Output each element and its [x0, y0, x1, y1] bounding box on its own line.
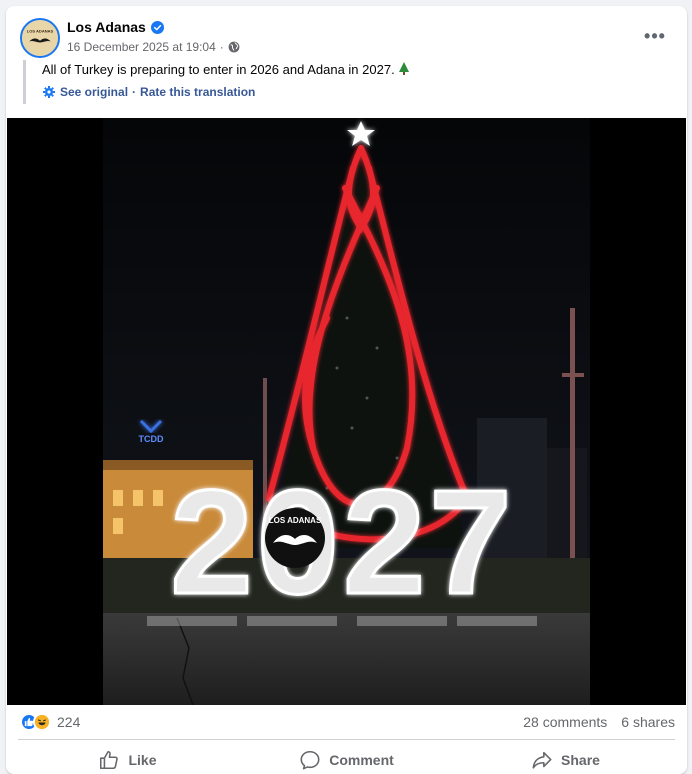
translation-row: See original · Rate this translation: [42, 85, 663, 99]
share-button[interactable]: Share: [456, 743, 675, 774]
reactions-bar: 224 28 comments 6 shares: [20, 710, 675, 734]
gear-icon: [42, 85, 56, 99]
post-header: LOS ADANAS Los Adanas 16 December 2025 a…: [20, 18, 675, 62]
christmas-tree-icon: [398, 62, 410, 76]
post-content: All of Turkey is preparing to enter in 2…: [23, 60, 663, 104]
post-photo[interactable]: TCDD 2027 LOS ADANAS: [7, 118, 686, 705]
post-text-body: All of Turkey is preparing to enter in 2…: [42, 62, 395, 77]
share-icon: [532, 751, 552, 769]
los-adanas-logo: LOS ADANAS: [265, 508, 325, 568]
actions-divider: [18, 739, 675, 740]
post-meta: 16 December 2025 at 19:04 ·: [67, 40, 240, 54]
rate-translation-link[interactable]: Rate this translation: [140, 85, 255, 99]
globe-icon: [228, 41, 240, 53]
page-name[interactable]: Los Adanas: [67, 19, 146, 35]
comment-icon: [300, 750, 320, 770]
avatar[interactable]: LOS ADANAS: [20, 18, 60, 58]
thumbs-up-icon: [100, 750, 119, 770]
name-row: Los Adanas: [67, 19, 164, 35]
translation-separator: ·: [132, 85, 137, 99]
like-button[interactable]: Like: [18, 743, 237, 774]
reaction-count: 224: [57, 714, 81, 730]
building-sign-text: TCDD: [139, 434, 164, 444]
logo-text: LOS ADANAS: [269, 516, 322, 525]
verified-badge-icon: [150, 20, 164, 34]
wet-road: [103, 613, 590, 705]
engagement-stats: 28 comments 6 shares: [523, 714, 675, 730]
share-label: Share: [561, 752, 600, 768]
comment-label: Comment: [329, 752, 394, 768]
post-actions: Like Comment Share: [18, 743, 675, 774]
illuminated-2027-sign: 2027: [170, 460, 515, 625]
post-card: LOS ADANAS Los Adanas 16 December 2025 a…: [6, 6, 687, 774]
shares-count-link[interactable]: 6 shares: [621, 714, 675, 730]
see-original-link[interactable]: See original: [60, 85, 128, 99]
comment-button[interactable]: Comment: [237, 743, 456, 774]
svg-text:LOS ADANAS: LOS ADANAS: [27, 29, 54, 34]
more-options-button[interactable]: •••: [639, 24, 671, 48]
reaction-summary[interactable]: 224: [20, 713, 80, 731]
comments-count-link[interactable]: 28 comments: [523, 714, 607, 730]
like-label: Like: [128, 752, 157, 768]
post-text: All of Turkey is preparing to enter in 2…: [42, 60, 663, 80]
meta-separator: ·: [219, 40, 224, 54]
haha-reaction-icon: [33, 713, 51, 731]
post-timestamp[interactable]: 16 December 2025 at 19:04: [67, 40, 216, 54]
